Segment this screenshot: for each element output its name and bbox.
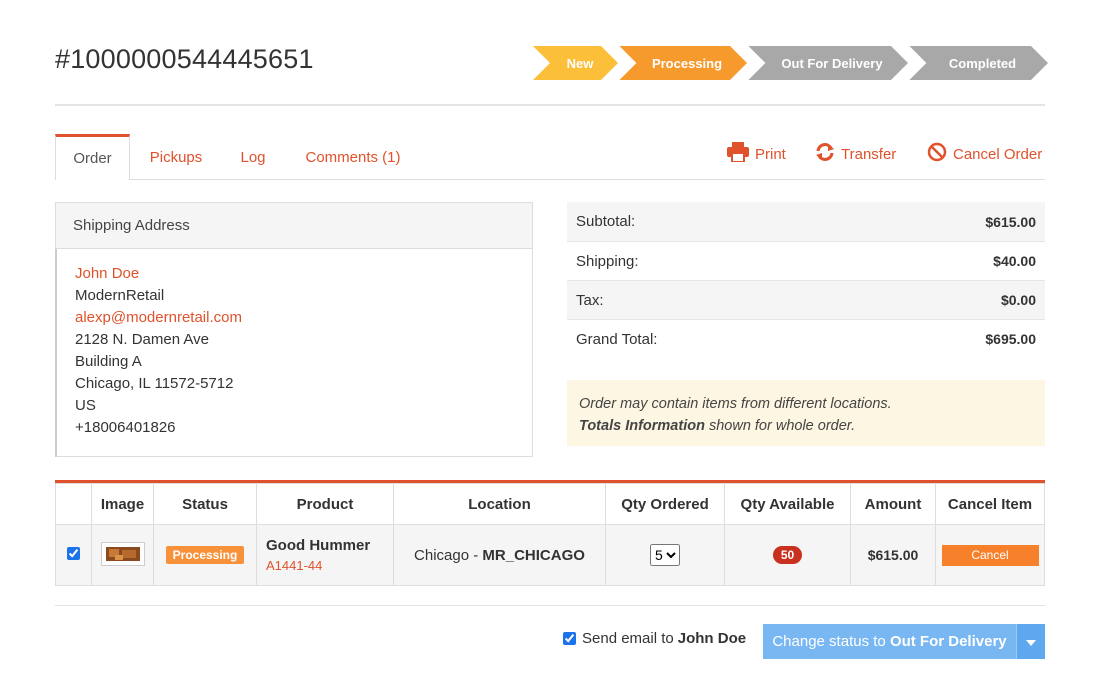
caret-down-icon [1026, 633, 1036, 651]
header-status: Status [153, 483, 257, 525]
notice-bold: Totals Information [579, 418, 705, 434]
change-status-button[interactable]: Change status to Out For Delivery [763, 624, 1016, 659]
transfer-icon [815, 142, 835, 166]
change-status-control: Change status to Out For Delivery [763, 624, 1045, 659]
shipping-address-title: Shipping Address [56, 203, 532, 249]
change-status-dropdown-toggle[interactable] [1016, 624, 1045, 659]
tax-label: Tax: [576, 291, 604, 309]
send-email-option: Send email to John Doe [563, 630, 746, 647]
subtotal-label: Subtotal: [576, 213, 636, 230]
row-select-cell [55, 524, 92, 586]
grand-total-value: $695.00 [985, 331, 1036, 347]
notice-line2: Totals Information shown for whole order… [579, 415, 1033, 437]
printer-icon [727, 142, 749, 166]
customer-name-link[interactable]: John Doe [75, 263, 532, 285]
header-image: Image [91, 483, 154, 525]
header-qty-ordered: Qty Ordered [605, 483, 725, 525]
table-header-row: Image Status Product Location Qty Ordere… [55, 483, 1045, 525]
shipping-address-panel: Shipping Address John Doe ModernRetail a… [55, 202, 533, 457]
notice-rest: shown for whole order. [704, 418, 856, 434]
print-label: Print [755, 145, 786, 163]
shipping-label: Shipping: [576, 252, 639, 270]
tab-pickups[interactable]: Pickups [140, 134, 212, 180]
city-state-zip: Chicago, IL 11572-5712 [75, 375, 234, 392]
country: US [75, 397, 96, 414]
change-status-target: Out For Delivery [889, 633, 1007, 650]
row-select-checkbox[interactable] [67, 546, 80, 560]
shipping-address-body: John Doe ModernRetail alexp@modernretail… [55, 249, 532, 457]
customer-email-link[interactable]: alexp@modernretail.com [75, 307, 532, 329]
tax-value: $0.00 [1000, 292, 1036, 308]
header-qty-available: Qty Available [724, 483, 851, 525]
progress-step-new: New [566, 55, 594, 71]
transfer-label: Transfer [841, 145, 897, 163]
header-product: Product [256, 483, 394, 525]
notice-line1: Order may contain items from different l… [579, 396, 892, 412]
qty-available-cell: 50 [724, 524, 851, 586]
transfer-button[interactable]: Transfer [815, 142, 896, 166]
print-button[interactable]: Print [727, 142, 786, 166]
table-row: Processing Good Hummer A1441-44 Chicago … [55, 524, 1045, 586]
product-name: Good Hummer [266, 537, 371, 554]
location-code: MR_CHICAGO [482, 546, 585, 564]
street-address: 2128 N. Damen Ave [75, 331, 209, 348]
product-sku-link[interactable]: A1441-44 [266, 558, 393, 573]
progress-step-completed: Completed [948, 55, 1017, 71]
shipping-value: $40.00 [993, 253, 1036, 269]
subtotal-row: Subtotal: $615.00 [567, 202, 1045, 241]
progress-step-out-for-delivery: Out For Delivery [781, 55, 883, 71]
product-thumbnail[interactable] [100, 542, 145, 566]
building: Building A [75, 353, 142, 370]
tax-row: Tax: $0.00 [567, 280, 1045, 319]
qty-ordered-cell: 5 [605, 524, 725, 586]
shipping-row: Shipping: $40.00 [567, 241, 1045, 280]
locations-notice: Order may contain items from different l… [567, 380, 1045, 446]
item-amount: $615.00 [867, 547, 919, 563]
header-location: Location [393, 483, 606, 525]
subtotal-value: $615.00 [985, 213, 1036, 230]
cancel-order-button[interactable]: Cancel Order [927, 142, 1042, 166]
header-amount: Amount [850, 483, 936, 525]
grand-total-row: Grand Total: $695.00 [567, 319, 1045, 358]
qty-available-badge: 50 [772, 546, 803, 564]
company-name: ModernRetail [75, 287, 165, 304]
order-progress: New Processing Out For Delivery Complete… [533, 46, 1048, 80]
header-cancel-item: Cancel Item [935, 483, 1045, 525]
header-select [55, 483, 92, 525]
grand-total-label: Grand Total: [576, 330, 658, 348]
phone-number: +18006401826 [75, 419, 176, 436]
footer-divider [55, 605, 1045, 606]
header-divider [55, 104, 1045, 106]
cancel-item-cell: Cancel [935, 524, 1045, 586]
tab-log[interactable]: Log [232, 134, 274, 180]
tab-order[interactable]: Order [55, 134, 130, 180]
tab-comments[interactable]: Comments (1) [296, 134, 410, 180]
progress-step-processing: Processing [651, 55, 723, 71]
send-email-label: Send email to [582, 630, 674, 647]
send-email-checkbox[interactable] [563, 632, 576, 645]
product-cell: Good Hummer A1441-44 [256, 524, 394, 586]
order-items-table: Image Status Product Location Qty Ordere… [55, 480, 1045, 586]
qty-ordered-select[interactable]: 5 [650, 544, 680, 566]
product-image-cell [91, 524, 154, 586]
prohibited-icon [927, 142, 947, 166]
location-city: Chicago - [414, 546, 483, 564]
change-status-prefix: Change status to [772, 633, 886, 650]
amount-cell: $615.00 [850, 524, 936, 586]
order-totals: Subtotal: $615.00 Shipping: $40.00 Tax: … [567, 202, 1045, 358]
send-email-name: John Doe [677, 630, 747, 647]
status-cell: Processing [153, 524, 257, 586]
cancel-item-button[interactable]: Cancel [941, 544, 1039, 566]
cancel-order-label: Cancel Order [953, 145, 1043, 163]
order-number: #1000000544445651 [55, 44, 314, 74]
status-badge: Processing [165, 546, 245, 564]
location-cell: Chicago - MR_CHICAGO [393, 524, 606, 586]
